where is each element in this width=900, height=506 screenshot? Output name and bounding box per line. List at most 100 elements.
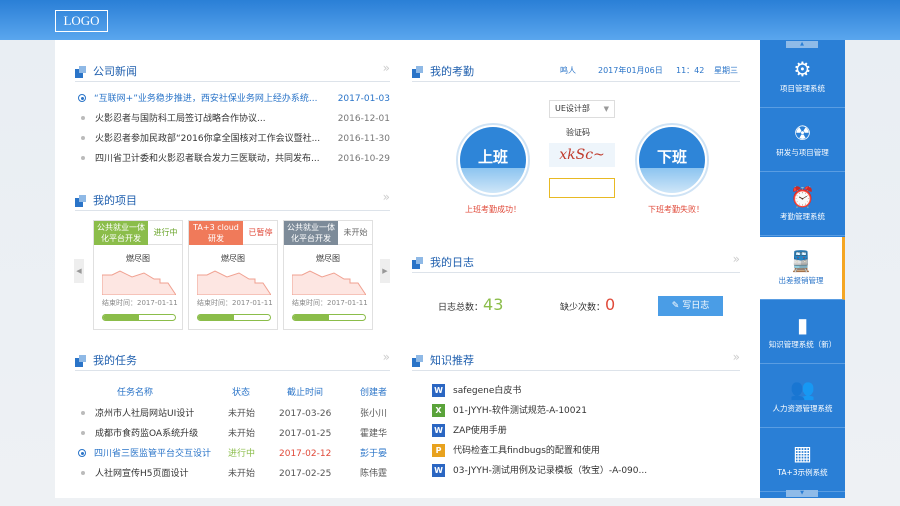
task-deadline: 2017-03-26 [279, 409, 332, 419]
project-name: 公共就业一体化平台开发 [94, 221, 148, 245]
col-header-status: 状态 [232, 388, 251, 398]
knowledge-text: 03-JYYH-测试用例及记录模板（牧宝）-A-090... [453, 466, 648, 476]
news-title: 公司新闻 [93, 65, 137, 78]
knowledge-item[interactable]: Wsafegene白皮书 [432, 383, 521, 399]
project-status: 进行中 [148, 221, 183, 245]
more-icon[interactable]: » [383, 190, 390, 204]
project-name: TA+3 cloud 研发 [189, 221, 243, 245]
news-text: “互联网+”业务稳步推进，西安社保业务网上经办系统... [94, 94, 318, 104]
col-header-creator: 创建者 [360, 388, 388, 398]
department-value: UE设计部 [555, 104, 590, 113]
sidebar-item[interactable]: ⚙ 项目管理系统 [760, 45, 845, 108]
section-icon [75, 355, 86, 367]
checkout-button[interactable]: 下班 [635, 123, 709, 197]
current-date: 2017年01月06日 [598, 66, 663, 75]
knowledge-text: ZAP使用手册 [453, 426, 507, 436]
burndown-chart [102, 270, 176, 295]
gear-icon: ⚙ [793, 57, 812, 81]
project-status: 未开始 [338, 221, 373, 245]
active-radio-icon [78, 449, 86, 457]
sidebar-item[interactable]: 👥 人力资源管理系统 [760, 365, 845, 428]
log-missing-value: 0 [605, 295, 616, 314]
captcha-input[interactable] [549, 178, 615, 198]
project-card[interactable]: 公共就业一体化平台开发 进行中 燃尽图 结束时间：2017-01-11 [93, 220, 183, 330]
more-icon[interactable]: » [733, 252, 740, 266]
edit-icon: ✎ [671, 301, 683, 311]
sidebar-item-label: 知识管理系统（新） [768, 340, 837, 349]
project-status: 已暂停 [243, 221, 278, 245]
sidebar-item[interactable]: 🚆 出差报销管理 [760, 237, 845, 300]
project-end-date: 结束时间：2017-01-11 [197, 299, 273, 307]
scroll-down-icon[interactable]: ▼ [786, 490, 818, 497]
task-name: 四川省三医监管平台交互设计 [94, 449, 212, 459]
projects-header: 我的项目 » [75, 189, 390, 211]
excel-file-icon: X [432, 404, 445, 417]
tasks-title: 我的任务 [93, 354, 137, 367]
project-card[interactable]: 公共就业一体化平台开发 未开始 燃尽图 结束时间：2017-01-11 [283, 220, 373, 330]
log-title: 我的日志 [430, 256, 474, 269]
project-end-date: 结束时间：2017-01-11 [292, 299, 368, 307]
news-item[interactable]: 四川省卫计委和火影忍者联合发力三医联动，共同发布... 2016-10-29 [78, 151, 390, 167]
write-log-label: 写日志 [682, 301, 710, 311]
sidebar-item-label: 人力资源管理系统 [772, 404, 833, 413]
news-date: 2016-10-29 [337, 154, 390, 164]
checkin-button[interactable]: 上班 [456, 123, 530, 197]
task-creator: 陈伟霆 [360, 469, 388, 479]
news-date: 2016-11-30 [337, 134, 390, 144]
task-creator: 彭于晏 [360, 449, 388, 459]
alarm-clock-icon: ⏰ [790, 185, 815, 209]
news-text: 火影忍者与国防科工局签订战略合作协议... [95, 114, 266, 124]
task-row[interactable]: 四川省三医监管平台交互设计 进行中 2017-02-12 彭于晏 [78, 446, 390, 462]
bullet-icon [81, 156, 85, 160]
col-header-deadline: 截止时间 [287, 388, 324, 398]
word-file-icon: W [432, 384, 445, 397]
attendance-title: 我的考勤 [430, 65, 474, 78]
sidebar-item-label: TA+3示例系统 [777, 468, 828, 477]
task-row[interactable]: 凉州市人社局网站UI设计 未开始 2017-03-26 张小川 [78, 406, 390, 422]
knowledge-title: 知识推荐 [430, 354, 474, 367]
project-card[interactable]: TA+3 cloud 研发 已暂停 燃尽图 结束时间：2017-01-11 [188, 220, 278, 330]
checkout-label: 下班 [639, 127, 705, 193]
project-end-date: 结束时间：2017-01-11 [102, 299, 178, 307]
log-total-value: 43 [483, 295, 504, 314]
task-row[interactable]: 成都市食药监OA系统升级 未开始 2017-01-25 霍建华 [78, 426, 390, 442]
more-icon[interactable]: » [383, 61, 390, 75]
bullet-icon [81, 136, 85, 140]
news-date: 2016-12-01 [337, 114, 390, 124]
current-time: 11：42 [676, 66, 705, 75]
sidebar-item[interactable]: ▮ 知识管理系统（新） [760, 301, 845, 364]
knowledge-text: 代码检查工具findbugs的配置和使用 [453, 446, 600, 456]
next-arrow-icon[interactable]: ▶ [380, 259, 390, 283]
users-icon: 👥 [790, 377, 815, 401]
prev-arrow-icon[interactable]: ◀ [74, 259, 84, 283]
knowledge-item[interactable]: W ZAP使用手册 [432, 423, 507, 439]
burndown-chart [292, 270, 366, 295]
checkout-message: 下班考勤失败！ [648, 205, 704, 214]
radiation-icon: ☢ [793, 121, 812, 145]
captcha-image[interactable]: xkSc~ [549, 143, 615, 167]
sidebar-item[interactable]: ▦ TA+3示例系统 [760, 429, 845, 492]
project-name: 公共就业一体化平台开发 [284, 221, 338, 245]
projects-title: 我的项目 [93, 194, 137, 207]
more-icon[interactable]: » [733, 350, 740, 364]
burndown-label: 燃尽图 [126, 254, 150, 263]
knowledge-item[interactable]: P 代码检查工具findbugs的配置和使用 [432, 443, 600, 459]
news-item[interactable]: 火影忍者与国防科工局签订战略合作协议... 2016-12-01 [78, 111, 390, 127]
write-log-button[interactable]: ✎ 写日志 [658, 296, 723, 316]
task-deadline: 2017-02-25 [279, 469, 332, 479]
department-select[interactable]: UE设计部 ▼ [549, 100, 615, 118]
news-item[interactable]: “互联网+”业务稳步推进，西安社保业务网上经办系统... 2017-01-03 [78, 91, 390, 107]
knowledge-item[interactable]: X 01-JYYH-软件测试规范-A-10021 [432, 403, 587, 419]
task-row[interactable]: 人社网宣传H5页面设计 未开始 2017-02-25 陈伟霆 [78, 466, 390, 482]
bullet-icon [81, 431, 85, 435]
grid-icon: ▦ [793, 441, 812, 465]
sidebar-item[interactable]: ⏰ 考勤管理系统 [760, 173, 845, 236]
knowledge-item[interactable]: W 03-JYYH-测试用例及记录模板（牧宝）-A-090... [432, 463, 647, 479]
more-icon[interactable]: » [383, 350, 390, 364]
log-total-label: 日志总数： [438, 303, 484, 313]
knowledge-text: 01-JYYH-软件测试规范-A-10021 [453, 406, 587, 416]
checkin-label: 上班 [460, 127, 526, 193]
news-item[interactable]: 火影忍者参加民政部“2016你拿全国核对工作会议暨社... 2016-11-30 [78, 131, 390, 147]
sidebar-item[interactable]: ☢ 研发与项目管理 [760, 109, 845, 172]
section-icon [412, 355, 423, 367]
